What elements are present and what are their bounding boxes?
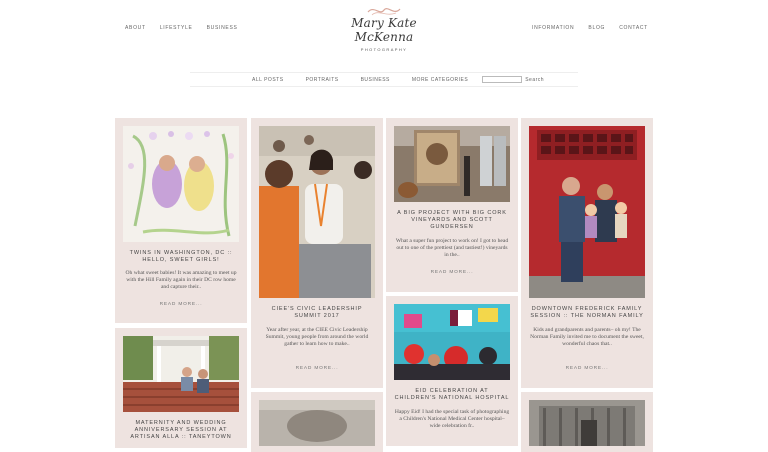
post-image-partial-right[interactable] bbox=[529, 400, 645, 446]
logo-subtitle: PHOTOGRAPHY bbox=[360, 47, 408, 52]
post-excerpt: Happy Eid! I had the special task of pho… bbox=[394, 409, 510, 429]
category-more[interactable]: MORE CATEGORIES bbox=[412, 77, 468, 83]
nav-blog[interactable]: BLOG bbox=[588, 25, 605, 31]
post-card-norman-family[interactable]: DOWNTOWN FREDERICK FAMILY SESSION :: THE… bbox=[521, 118, 653, 388]
post-card-twins[interactable]: TWINS IN WASHINGTON, DC :: HELLO, SWEET … bbox=[115, 118, 247, 323]
post-title[interactable]: EID CELEBRATION AT CHILDREN'S NATIONAL H… bbox=[394, 388, 510, 402]
post-image-norman-family[interactable] bbox=[529, 126, 645, 298]
post-image-twins[interactable] bbox=[123, 126, 239, 242]
post-title[interactable]: TWINS IN WASHINGTON, DC :: HELLO, SWEET … bbox=[123, 250, 239, 264]
post-title[interactable]: CIEE'S CIVIC LEADERSHIP SUMMIT 2017 bbox=[259, 306, 375, 320]
top-nav-left: ABOUT LIFESTYLE BUSINESS bbox=[125, 25, 250, 31]
read-more-link[interactable]: READ MORE... bbox=[123, 302, 239, 307]
category-portraits[interactable]: PORTRAITS bbox=[306, 77, 339, 83]
post-image-big-cork[interactable] bbox=[394, 126, 510, 202]
category-bar: ALL POSTS PORTRAITS BUSINESS MORE CATEGO… bbox=[190, 72, 578, 87]
read-more-link[interactable]: READ MORE... bbox=[259, 366, 375, 371]
post-card-partial-right[interactable] bbox=[521, 392, 653, 452]
nav-information[interactable]: INFORMATION bbox=[532, 25, 574, 31]
post-card-maternity[interactable]: MATERNITY AND WEDDING ANNIVERSARY SESSIO… bbox=[115, 328, 247, 448]
post-excerpt: Oh what sweet babies! It was amazing to … bbox=[125, 270, 237, 290]
post-excerpt: What a super fun project to work on! I g… bbox=[395, 238, 509, 258]
read-more-link[interactable]: READ MORE... bbox=[394, 270, 510, 275]
category-business[interactable]: BUSINESS bbox=[361, 77, 390, 83]
nav-business[interactable]: BUSINESS bbox=[207, 25, 238, 31]
post-image-ciee[interactable] bbox=[259, 126, 375, 298]
nav-lifestyle[interactable]: LIFESTYLE bbox=[160, 25, 193, 31]
top-nav-right: INFORMATION BLOG CONTACT bbox=[532, 25, 660, 31]
logo-ribbon-icon bbox=[367, 8, 401, 16]
logo-name: Mary Kate McKenna bbox=[351, 16, 417, 44]
search-input[interactable] bbox=[482, 76, 523, 83]
post-card-big-cork[interactable]: A BIG PROJECT WITH BIG CORK VINEYARDS AN… bbox=[386, 118, 518, 292]
nav-contact[interactable]: CONTACT bbox=[619, 25, 648, 31]
read-more-link[interactable]: READ MORE... bbox=[529, 366, 645, 371]
post-excerpt: Kids and grandparents and parents– oh my… bbox=[530, 327, 644, 347]
site-logo[interactable]: Mary Kate McKenna PHOTOGRAPHY bbox=[320, 4, 448, 52]
post-card-partial-middle[interactable] bbox=[251, 392, 383, 452]
post-image-maternity[interactable] bbox=[123, 336, 239, 412]
post-image-partial-middle[interactable] bbox=[259, 400, 375, 446]
post-image-eid[interactable] bbox=[394, 304, 510, 380]
post-excerpt: Year after year, at the CIEE Civic Leade… bbox=[265, 327, 369, 347]
nav-about[interactable]: ABOUT bbox=[125, 25, 146, 31]
post-card-ciee[interactable]: CIEE'S CIVIC LEADERSHIP SUMMIT 2017 Year… bbox=[251, 118, 383, 388]
post-title[interactable]: DOWNTOWN FREDERICK FAMILY SESSION :: THE… bbox=[529, 306, 645, 320]
search-button[interactable]: Search bbox=[525, 77, 544, 83]
category-all-posts[interactable]: ALL POSTS bbox=[252, 77, 284, 83]
post-title[interactable]: A BIG PROJECT WITH BIG CORK VINEYARDS AN… bbox=[394, 210, 510, 231]
post-card-eid[interactable]: EID CELEBRATION AT CHILDREN'S NATIONAL H… bbox=[386, 296, 518, 446]
